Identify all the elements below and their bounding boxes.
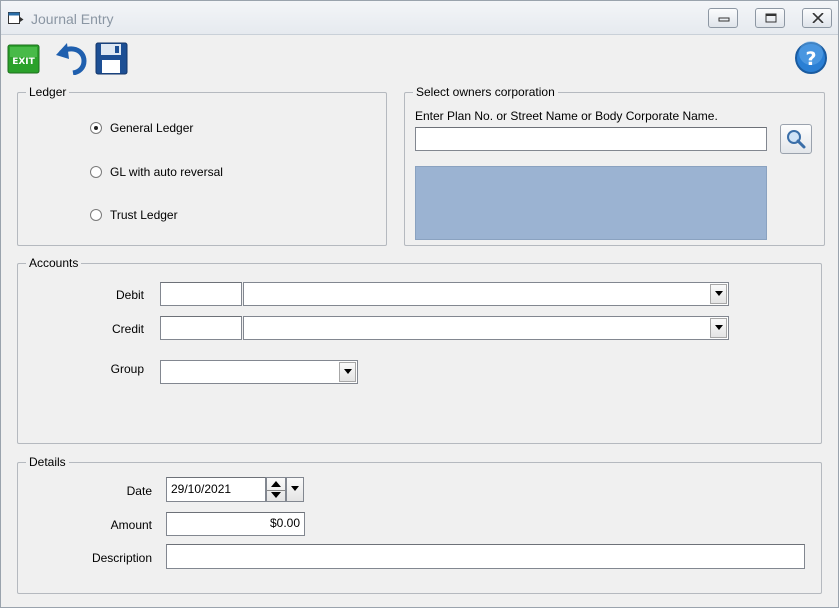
restore-button[interactable]: [755, 8, 785, 28]
date-spinner[interactable]: [266, 477, 286, 502]
amount-label: Amount: [110, 518, 152, 532]
radio-trust-ledger[interactable]: Trust Ledger: [90, 208, 178, 222]
credit-code-input[interactable]: [160, 316, 242, 340]
owners-prompt: Enter Plan No. or Street Name or Body Co…: [415, 109, 718, 123]
radio-label: Trust Ledger: [110, 208, 178, 222]
amount-input[interactable]: $0.00: [166, 512, 305, 536]
date-input[interactable]: 29/10/2021: [166, 477, 266, 502]
undo-button[interactable]: [53, 41, 89, 76]
credit-account-select[interactable]: [243, 316, 729, 340]
owners-legend: Select owners corporation: [413, 85, 558, 99]
group-label: Group: [110, 362, 144, 376]
radio-label: GL with auto reversal: [110, 165, 223, 179]
window-title: Journal Entry: [31, 11, 114, 27]
ledger-group: Ledger General Ledger GL with auto rever…: [17, 85, 387, 246]
owners-search-input[interactable]: [415, 127, 767, 151]
save-icon: [95, 42, 128, 75]
chevron-down-icon[interactable]: [339, 362, 356, 382]
close-button[interactable]: [802, 8, 832, 28]
exit-button[interactable]: EXIT: [7, 42, 40, 75]
restore-icon: [765, 13, 777, 23]
radio-label: General Ledger: [110, 121, 194, 135]
accounts-legend: Accounts: [26, 256, 82, 270]
help-icon: ?: [795, 41, 827, 74]
date-dropdown-button[interactable]: [286, 477, 304, 502]
details-legend: Details: [26, 455, 69, 469]
ledger-legend: Ledger: [26, 85, 70, 99]
save-button[interactable]: [93, 41, 129, 75]
radio-button[interactable]: [90, 166, 102, 178]
close-icon: [812, 13, 824, 23]
chevron-down-icon[interactable]: [710, 318, 727, 338]
undo-icon: [56, 43, 87, 76]
owners-corporation-group: Select owners corporation Enter Plan No.…: [404, 85, 825, 246]
journal-entry-window: Journal Entry EXIT ? Ledger General Ledg…: [0, 0, 839, 608]
description-input[interactable]: [166, 544, 805, 569]
debit-code-input[interactable]: [160, 282, 242, 306]
chevron-down-icon[interactable]: [710, 284, 727, 304]
svg-text:EXIT: EXIT: [12, 57, 35, 67]
group-select[interactable]: [160, 360, 358, 384]
debit-label: Debit: [115, 288, 144, 302]
exit-icon: EXIT: [7, 44, 40, 74]
minimize-icon: [718, 17, 730, 22]
radio-button[interactable]: [90, 122, 102, 134]
date-label: Date: [126, 484, 152, 498]
app-icon: [8, 12, 24, 24]
radio-gl-auto-reversal[interactable]: GL with auto reversal: [90, 165, 223, 179]
radio-button[interactable]: [90, 209, 102, 221]
credit-label: Credit: [111, 322, 144, 336]
description-label: Description: [91, 551, 152, 565]
minimize-button[interactable]: [708, 8, 738, 28]
spin-down-icon[interactable]: [271, 492, 281, 498]
search-button[interactable]: [780, 124, 812, 154]
radio-general-ledger[interactable]: General Ledger: [90, 121, 193, 135]
owners-selection-panel: [415, 166, 767, 240]
details-group: Details Date 29/10/2021 Amount $0.00 Des…: [17, 455, 822, 594]
spin-up-icon[interactable]: [271, 481, 281, 487]
accounts-group: Accounts Debit Credit Group: [17, 256, 822, 444]
svg-text:?: ?: [805, 48, 816, 70]
search-icon: [787, 130, 806, 149]
help-button[interactable]: ?: [794, 41, 830, 75]
title-bar: Journal Entry: [1, 1, 838, 35]
debit-account-select[interactable]: [243, 282, 729, 306]
